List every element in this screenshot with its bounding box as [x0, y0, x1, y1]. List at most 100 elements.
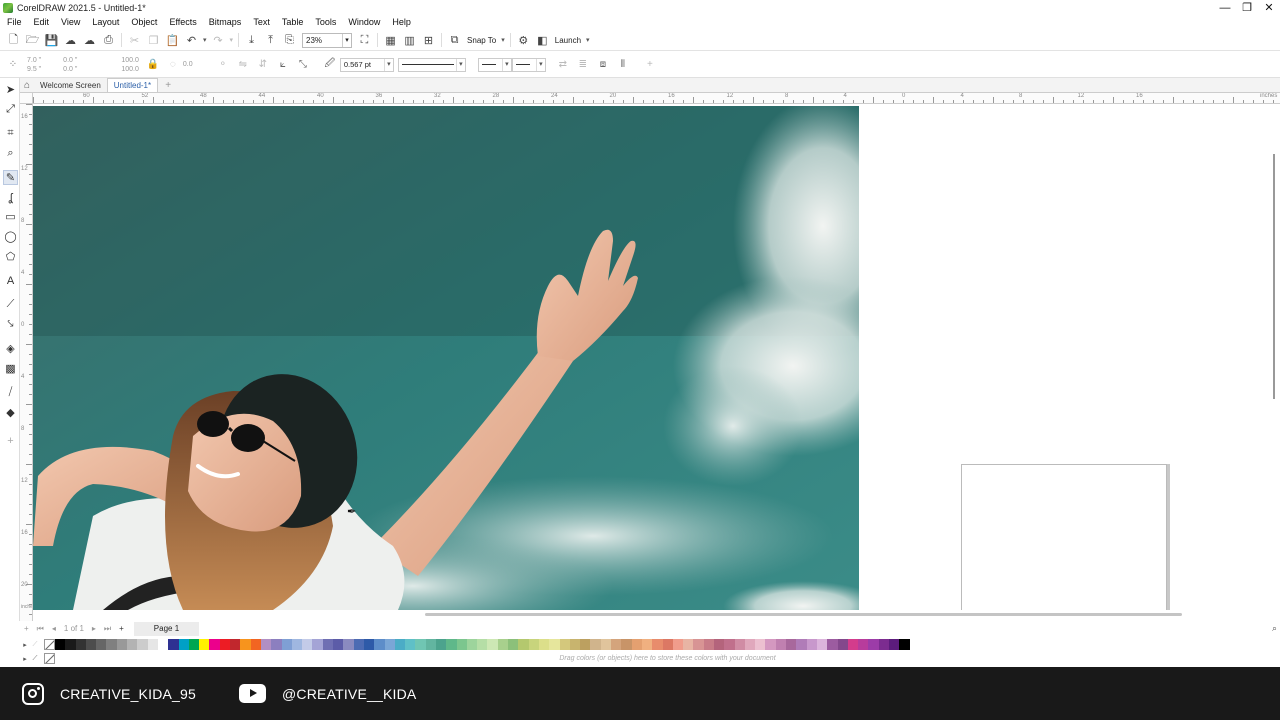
tab-untitled-1[interactable]: Untitled-1* — [106, 78, 159, 92]
lock-ratio-icon[interactable]: 🔒 — [146, 58, 160, 72]
color-swatch[interactable] — [714, 639, 725, 650]
color-swatch[interactable] — [75, 639, 86, 650]
color-swatch[interactable] — [827, 639, 838, 650]
transparency-tool-icon[interactable]: ▩ — [3, 361, 18, 376]
palette-scroll-icon[interactable]: ▸ — [20, 655, 30, 663]
import-icon[interactable]: ⤓ — [245, 33, 259, 47]
color-swatch[interactable] — [353, 639, 364, 650]
color-swatch[interactable] — [703, 639, 714, 650]
color-swatch[interactable] — [147, 639, 158, 650]
x-position-field[interactable]: 7.0 " — [27, 56, 41, 65]
scale-height-field[interactable]: 100.0 — [121, 65, 139, 74]
show-grid-icon[interactable]: ▥ — [403, 33, 417, 47]
color-swatch[interactable] — [662, 639, 673, 650]
start-arrowhead-select[interactable]: ▾ — [477, 57, 512, 72]
color-swatch[interactable] — [250, 639, 261, 650]
menu-help[interactable]: Help — [386, 17, 417, 27]
color-swatch[interactable] — [466, 639, 478, 650]
menu-table[interactable]: Table — [276, 17, 310, 27]
tab-welcome-screen[interactable]: Welcome Screen — [34, 78, 107, 92]
freehand-tool-icon[interactable]: ✎ — [3, 170, 18, 185]
color-swatch[interactable] — [291, 639, 303, 650]
color-swatch[interactable] — [611, 639, 622, 650]
node-edit-icon[interactable]: ⤡ — [296, 58, 310, 72]
color-swatch[interactable] — [435, 639, 447, 650]
menu-window[interactable]: Window — [342, 17, 386, 27]
color-swatch[interactable] — [85, 639, 97, 650]
color-swatch[interactable] — [631, 639, 642, 650]
home-icon[interactable]: ⌂ — [20, 78, 34, 92]
color-swatch[interactable] — [590, 639, 601, 650]
color-swatch[interactable] — [899, 639, 910, 650]
object-origin-icon[interactable]: ⁘ — [6, 58, 20, 72]
copy-icon[interactable]: ❐ — [147, 33, 161, 47]
close-button[interactable]: ✕ — [1258, 0, 1280, 15]
launch-dropdown[interactable]: Launch — [555, 36, 581, 45]
color-swatch[interactable] — [765, 639, 776, 650]
color-swatch[interactable] — [219, 639, 231, 650]
parallel-dimension-icon[interactable]: ⟋ — [3, 297, 18, 312]
ruler-corner[interactable] — [20, 93, 33, 104]
menu-edit[interactable]: Edit — [28, 17, 56, 27]
woman-sky-photo[interactable] — [33, 106, 859, 610]
export-icon[interactable]: ⤒ — [264, 33, 278, 47]
previous-page-icon[interactable]: ◂ — [52, 624, 56, 633]
connector-tool-icon[interactable]: ⤥ — [3, 317, 18, 332]
chevron-down-icon[interactable]: ▾ — [501, 36, 505, 44]
color-swatch[interactable] — [786, 639, 797, 650]
color-swatch[interactable] — [734, 639, 745, 650]
color-swatch[interactable] — [157, 639, 169, 650]
color-swatch[interactable] — [487, 639, 498, 650]
full-screen-icon[interactable]: ⛶ — [358, 33, 372, 47]
color-swatch[interactable] — [96, 639, 107, 650]
color-swatch[interactable] — [343, 639, 354, 650]
color-swatch[interactable] — [724, 639, 735, 650]
redo-dropdown-icon[interactable]: ▾ — [230, 36, 234, 44]
options-gear-icon[interactable]: ⚙ — [516, 33, 530, 47]
open-icon[interactable]: 🗁 — [26, 33, 40, 47]
paste-icon[interactable]: 📋 — [166, 33, 180, 47]
color-swatch[interactable] — [508, 639, 519, 650]
no-color-swatch[interactable] — [44, 639, 55, 650]
color-swatch[interactable] — [384, 639, 395, 650]
rotation-angle-field[interactable]: 0.0 — [183, 60, 213, 69]
color-swatch[interactable] — [528, 639, 539, 650]
color-swatch[interactable] — [600, 639, 612, 650]
color-swatch[interactable] — [322, 639, 334, 650]
color-swatch[interactable] — [446, 639, 457, 650]
eyedropper-tool-icon[interactable]: ⧸ — [3, 385, 18, 400]
next-page-icon[interactable]: ▸ — [92, 624, 96, 633]
color-swatch[interactable] — [559, 639, 570, 650]
color-swatch[interactable] — [127, 639, 138, 650]
palette-scroll-icon[interactable]: ▸ — [20, 641, 30, 649]
rotation-center-icon[interactable]: ⚬ — [216, 58, 230, 72]
color-swatch[interactable] — [168, 639, 179, 650]
page-tab-1[interactable]: Page 1 — [133, 621, 200, 636]
chevron-down-icon[interactable]: ▾ — [586, 36, 590, 44]
mirror-vertical-icon[interactable]: ⇵ — [256, 58, 270, 72]
color-swatch[interactable] — [302, 639, 313, 650]
redo-icon[interactable]: ↷ — [211, 33, 225, 47]
publish-pdf-icon[interactable]: ⎘ — [283, 33, 297, 47]
color-swatch[interactable] — [240, 639, 251, 650]
minimize-button[interactable]: — — [1214, 0, 1236, 15]
color-swatch[interactable] — [425, 639, 436, 650]
color-swatch[interactable] — [188, 639, 200, 650]
color-swatch[interactable] — [868, 639, 879, 650]
color-swatch[interactable] — [55, 639, 66, 650]
mirror-horizontal-icon[interactable]: ⇋ — [236, 58, 250, 72]
add-tool-icon[interactable]: + — [3, 433, 18, 448]
color-swatch[interactable] — [394, 639, 406, 650]
color-swatch[interactable] — [652, 639, 663, 650]
color-swatch[interactable] — [538, 639, 550, 650]
menu-file[interactable]: File — [0, 17, 28, 27]
align-icon[interactable]: ⫴ — [616, 58, 630, 72]
last-page-icon[interactable]: ⏭ — [104, 624, 111, 634]
color-swatch[interactable] — [199, 639, 210, 650]
color-swatch[interactable] — [641, 639, 653, 650]
color-swatch[interactable] — [693, 639, 704, 650]
color-swatch[interactable] — [775, 639, 787, 650]
color-swatch[interactable] — [683, 639, 694, 650]
add-page-before-icon[interactable]: + — [24, 624, 29, 633]
outline-pen-icon[interactable]: 🖉 — [323, 58, 337, 72]
